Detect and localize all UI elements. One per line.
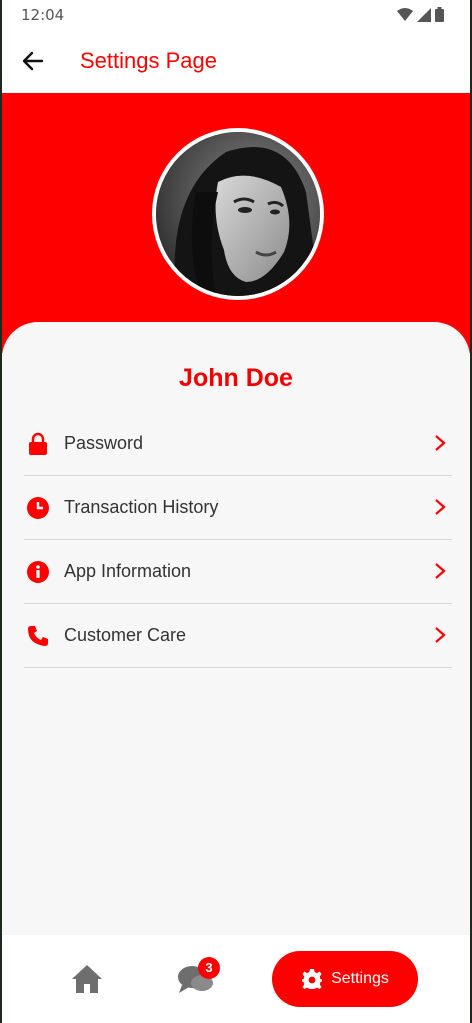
status-bar: 12:04 <box>2 0 470 30</box>
clock-icon <box>27 497 49 519</box>
settings-card: John Doe Password Transaction History Ap… <box>2 322 470 942</box>
home-icon[interactable] <box>70 963 104 995</box>
back-arrow-icon[interactable] <box>20 48 46 74</box>
avatar-ring <box>152 128 324 300</box>
status-icons <box>397 7 444 22</box>
menu-item-label: Transaction History <box>64 497 219 517</box>
profile-photo <box>156 132 320 296</box>
wifi-icon <box>397 7 413 21</box>
page-title: Settings Page <box>80 48 217 73</box>
avatar[interactable] <box>156 132 320 296</box>
menu-item-app-information[interactable]: App Information <box>24 540 452 604</box>
chevron-right-icon <box>435 563 446 579</box>
menu-item-label: App Information <box>64 561 192 581</box>
gear-icon <box>302 969 323 989</box>
menu-item-password[interactable]: Password <box>24 412 452 476</box>
battery-icon <box>435 7 444 22</box>
bottom-navigation: 3 Settings <box>2 935 470 1023</box>
menu-item-transaction-history[interactable]: Transaction History <box>24 476 452 540</box>
lock-icon <box>29 432 47 455</box>
chevron-right-icon <box>435 435 446 451</box>
user-name: John Doe <box>179 364 293 392</box>
chevron-right-icon <box>435 499 446 515</box>
info-icon <box>27 561 49 583</box>
phone-screen: 12:04 Settings Page John Doe Password Tr… <box>2 0 470 1023</box>
menu-item-customer-care[interactable]: Customer Care <box>24 604 452 668</box>
chat-badge: 3 <box>198 957 220 979</box>
nav-settings-label: Settings <box>331 970 389 987</box>
app-bar: Settings Page <box>2 30 470 93</box>
nav-settings-button[interactable]: Settings <box>272 951 418 1007</box>
phone-icon <box>28 626 48 646</box>
signal-icon <box>417 7 431 22</box>
settings-menu: Password Transaction History App Informa… <box>24 412 452 668</box>
menu-item-label: Password <box>64 433 144 453</box>
status-time: 12:04 <box>21 6 65 24</box>
chevron-right-icon <box>435 627 446 643</box>
menu-item-label: Customer Care <box>64 625 187 645</box>
